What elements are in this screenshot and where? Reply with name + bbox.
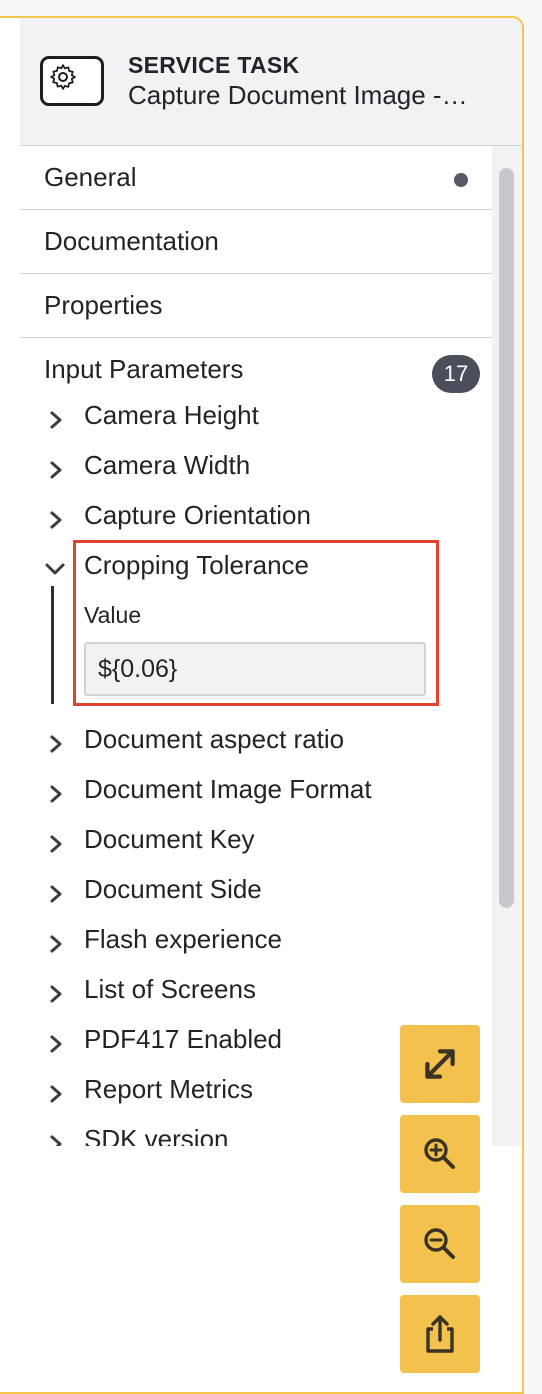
param-label: Flash experience: [84, 924, 282, 954]
group-documentation[interactable]: Documentation: [20, 210, 492, 274]
export-button[interactable]: [400, 1295, 480, 1373]
chevron-right-icon[interactable]: [46, 884, 66, 904]
data-marker-dot: [454, 173, 468, 187]
param-label: SDK version: [84, 1124, 229, 1146]
group-input-parameters[interactable]: Input Parameters 17: [20, 338, 492, 394]
chevron-right-icon[interactable]: [46, 460, 66, 480]
param-document-side[interactable]: Document Side: [20, 868, 492, 918]
share-icon: [426, 1315, 454, 1353]
param-label: Report Metrics: [84, 1074, 254, 1104]
element-name: Capture Document Image -…: [128, 80, 468, 110]
zoom-in-icon: [424, 1138, 455, 1169]
group-label: Input Parameters: [44, 354, 244, 384]
param-label: Document Image Format: [84, 774, 372, 804]
chevron-down-icon[interactable]: [44, 558, 66, 580]
param-cropping-tolerance: Cropping Tolerance Value ${0.06}: [20, 540, 492, 718]
param-document-key[interactable]: Document Key: [20, 818, 492, 868]
service-task-icon: [40, 56, 104, 106]
properties-panel: SERVICE TASK Capture Document Image -… G…: [0, 16, 524, 1394]
chevron-right-icon[interactable]: [46, 934, 66, 954]
zoom-in-button[interactable]: [400, 1115, 480, 1193]
chevron-right-icon[interactable]: [46, 784, 66, 804]
chevron-right-icon[interactable]: [46, 1084, 66, 1104]
param-label: Document Side: [84, 874, 262, 904]
param-document-image-format[interactable]: Document Image Format: [20, 768, 492, 818]
panel-header: SERVICE TASK Capture Document Image -…: [20, 18, 522, 146]
param-camera-width[interactable]: Camera Width: [20, 444, 492, 494]
group-general[interactable]: General: [20, 146, 492, 210]
param-label: PDF417 Enabled: [84, 1024, 283, 1054]
properties-list: General Documentation Properties Input P…: [20, 146, 492, 1146]
scrollbar-thumb[interactable]: [499, 168, 514, 908]
fit-viewport-button[interactable]: [400, 1025, 480, 1103]
nesting-line: [51, 586, 54, 704]
chevron-right-icon[interactable]: [46, 1134, 66, 1146]
param-flash-experience[interactable]: Flash experience: [20, 918, 492, 968]
zoom-out-button[interactable]: [400, 1205, 480, 1283]
gear-icon: [50, 64, 76, 90]
param-camera-height[interactable]: Camera Height: [20, 394, 492, 444]
chevron-right-icon[interactable]: [46, 734, 66, 754]
value-field-label: Value: [84, 602, 142, 628]
param-document-aspect-ratio[interactable]: Document aspect ratio: [20, 718, 492, 768]
diagonal-arrows-icon: [425, 1049, 455, 1079]
group-label: Documentation: [44, 226, 219, 256]
param-label: List of Screens: [84, 974, 256, 1004]
chevron-right-icon[interactable]: [46, 984, 66, 1004]
param-label: Document aspect ratio: [84, 724, 345, 754]
chevron-right-icon[interactable]: [46, 510, 66, 530]
group-label: General: [44, 162, 137, 192]
count-badge: 17: [432, 355, 480, 393]
chevron-right-icon[interactable]: [46, 1034, 66, 1054]
param-label: Capture Orientation: [84, 500, 311, 530]
param-label: Camera Height: [84, 400, 259, 430]
param-label[interactable]: Cropping Tolerance: [84, 550, 309, 581]
group-properties[interactable]: Properties: [20, 274, 492, 338]
param-label: Camera Width: [84, 450, 251, 480]
chevron-right-icon[interactable]: [46, 834, 66, 854]
group-label: Properties: [44, 290, 163, 320]
scrollbar[interactable]: [492, 146, 522, 1146]
chevron-right-icon[interactable]: [46, 410, 66, 430]
param-list-of-screens[interactable]: List of Screens: [20, 968, 492, 1018]
value-input[interactable]: ${0.06}: [84, 642, 426, 696]
element-type: SERVICE TASK: [128, 52, 300, 78]
zoom-out-icon: [424, 1228, 455, 1259]
param-capture-orientation[interactable]: Capture Orientation: [20, 494, 492, 544]
param-label: Document Key: [84, 824, 255, 854]
